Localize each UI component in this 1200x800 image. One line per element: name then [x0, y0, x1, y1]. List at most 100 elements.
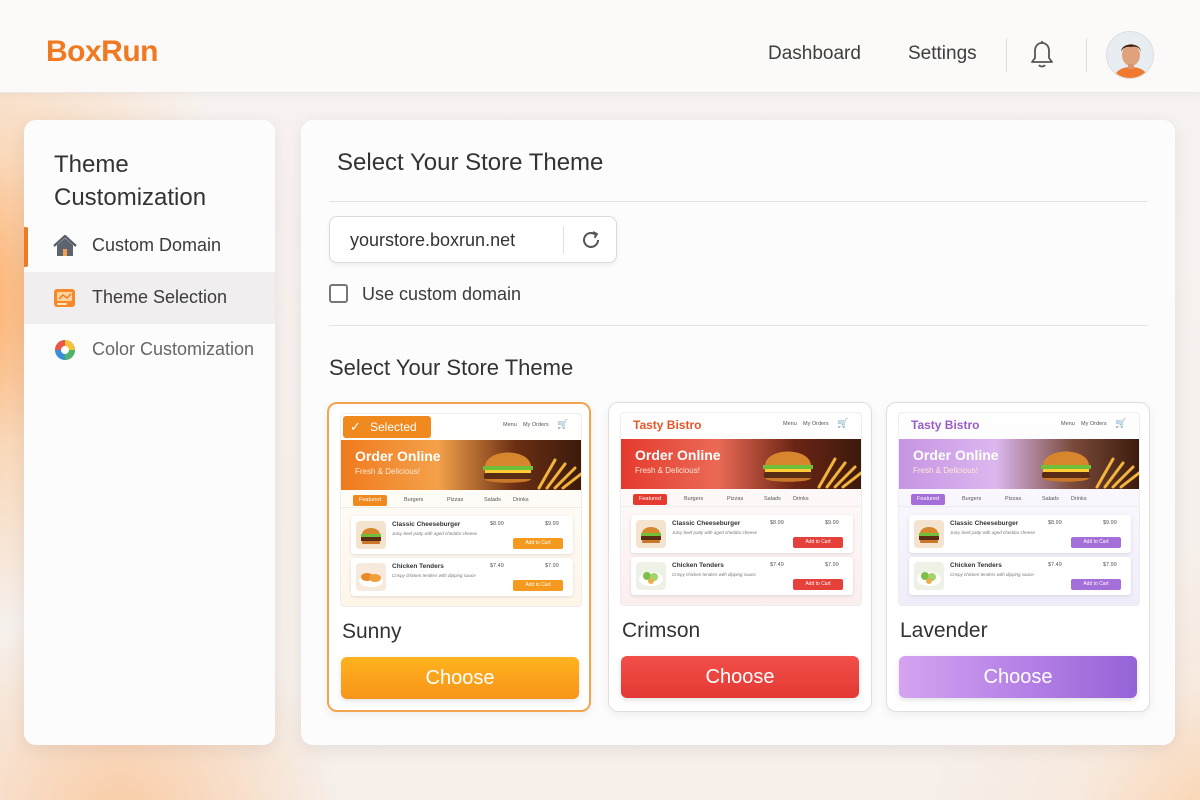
- item-description: Crispy chicken tenders with dipping sauc…: [392, 573, 476, 578]
- item-price: $9.99: [1103, 520, 1117, 526]
- theme-card-sunny[interactable]: ✓ Selected Menu My Orders 🛒 Order Online…: [327, 402, 591, 712]
- item-price: $8.99: [490, 521, 504, 527]
- burger-fries-image: [483, 452, 581, 490]
- burger-thumbnail: [636, 520, 666, 548]
- domain-field[interactable]: yourstore.boxrun.net: [329, 216, 617, 263]
- add-to-cart-button: Add to Cart: [793, 537, 843, 548]
- theme-card-crimson[interactable]: Tasty Bistro Menu My Orders 🛒 Order Onli…: [608, 402, 872, 712]
- preview-menu-item: Classic Cheeseburger Juicy beef patty wi…: [351, 516, 573, 554]
- hero-subtitle: Fresh & Delicious!: [913, 466, 978, 475]
- item-price: $7.49: [490, 563, 504, 569]
- item-description: Crispy chicken tenders with dipping sauc…: [672, 572, 756, 577]
- item-price: $7.49: [770, 562, 784, 568]
- top-bar: BoxRun Dashboard Settings: [0, 0, 1200, 93]
- preview-hero: Order Online Fresh & Delicious!: [899, 439, 1139, 489]
- burger-thumbnail: [914, 520, 944, 548]
- nav-settings[interactable]: Settings: [908, 43, 977, 65]
- sidebar: Theme Customization Custom Domain Theme …: [24, 120, 275, 745]
- item-price: $7.49: [1048, 562, 1062, 568]
- bell-icon[interactable]: [1029, 40, 1055, 70]
- hero-title: Order Online: [355, 448, 441, 464]
- preview-tab: Salads: [484, 497, 501, 503]
- preview-tab-featured: Featured: [911, 494, 946, 505]
- choose-crimson-button[interactable]: Choose: [621, 656, 859, 698]
- add-to-cart-button: Add to Cart: [513, 580, 563, 591]
- sidebar-item-label: Custom Domain: [92, 235, 222, 255]
- brand-logo[interactable]: BoxRun: [46, 35, 159, 69]
- preview-tab: Salads: [1042, 496, 1059, 502]
- item-name: Chicken Tenders: [672, 562, 724, 569]
- user-avatar-icon: [1107, 32, 1153, 78]
- cart-icon: 🛒: [1115, 418, 1127, 428]
- theme-card-lavender[interactable]: Tasty Bistro Menu My Orders 🛒 Order Onli…: [886, 402, 1150, 712]
- preview-menu-item: Chicken Tenders Crispy chicken tenders w…: [631, 557, 853, 595]
- preview-tab: Burgers: [684, 496, 704, 502]
- refresh-icon[interactable]: [580, 229, 602, 251]
- selected-badge-label: Selected: [370, 420, 417, 434]
- preview-tab: Drinks: [513, 497, 529, 503]
- theme-preview: Tasty Bistro Menu My Orders 🛒 Order Onli…: [620, 412, 862, 606]
- avatar[interactable]: [1106, 31, 1154, 79]
- preview-tab-featured: Featured: [633, 494, 668, 505]
- preview-tab: Drinks: [1071, 496, 1087, 502]
- field-divider: [563, 226, 564, 254]
- divider: [329, 325, 1147, 326]
- burger-fries-image: [1041, 451, 1139, 489]
- item-price: $7.99: [1103, 562, 1117, 568]
- sidebar-item-custom-domain[interactable]: Custom Domain: [24, 221, 275, 271]
- nav-dashboard[interactable]: Dashboard: [768, 43, 861, 65]
- domain-value[interactable]: yourstore.boxrun.net: [350, 230, 515, 251]
- hero-subtitle: Fresh & Delicious!: [635, 466, 700, 475]
- divider: [329, 201, 1147, 202]
- burger-thumbnail: [356, 521, 386, 549]
- theme-name: Crimson: [622, 619, 701, 642]
- preview-hero: Order Online Fresh & Delicious!: [621, 439, 861, 489]
- preview-hero: Order Online Fresh & Delicious!: [341, 440, 581, 490]
- item-price: $9.99: [545, 521, 559, 527]
- hero-subtitle: Fresh & Delicious!: [355, 467, 420, 476]
- add-to-cart-button: Add to Cart: [513, 538, 563, 549]
- preview-nav-menu: Menu: [1061, 421, 1075, 427]
- add-to-cart-button: Add to Cart: [793, 579, 843, 590]
- sidebar-item-theme-selection[interactable]: Theme Selection: [24, 272, 275, 324]
- preview-nav-menu: Menu: [503, 422, 517, 428]
- cart-icon: 🛒: [557, 419, 569, 429]
- item-name: Classic Cheeseburger: [950, 520, 1019, 527]
- active-accent-bar: [24, 227, 28, 267]
- preview-topbar: ✓ Selected Menu My Orders 🛒: [341, 414, 581, 438]
- custom-domain-checkbox[interactable]: [329, 284, 348, 303]
- preview-menu-item: Chicken Tenders Crispy chicken tenders w…: [351, 558, 573, 596]
- selected-badge: ✓ Selected: [343, 416, 431, 438]
- item-description: Juicy beef patty with aged cheddar chees…: [392, 531, 478, 536]
- preview-tabs: Featured Burgers Pizzas Salads Drinks: [341, 494, 581, 508]
- preview-nav-orders: My Orders: [803, 421, 829, 427]
- preview-tab: Burgers: [404, 497, 424, 503]
- item-name: Chicken Tenders: [392, 563, 444, 570]
- home-icon: [53, 234, 77, 256]
- item-name: Chicken Tenders: [950, 562, 1002, 569]
- section-title: Select Your Store Theme: [329, 355, 574, 380]
- preview-tabs: Featured Burgers Pizzas Salads Drinks: [621, 493, 861, 507]
- preview-tab: Drinks: [793, 496, 809, 502]
- palette-card-icon: [54, 289, 75, 307]
- preview-topbar: Tasty Bistro Menu My Orders 🛒: [621, 413, 861, 437]
- preview-tab: Burgers: [962, 496, 982, 502]
- sidebar-title: Theme Customization: [54, 151, 207, 211]
- preview-nav-menu: Menu: [783, 421, 797, 427]
- header-divider: [1086, 38, 1087, 72]
- add-to-cart-button: Add to Cart: [1071, 537, 1121, 548]
- sidebar-item-color-customization[interactable]: Color Customization: [24, 325, 275, 375]
- theme-name: Sunny: [342, 620, 402, 643]
- preview-tab: Pizzas: [727, 496, 744, 502]
- burger-fries-image: [763, 451, 861, 489]
- choose-lavender-button[interactable]: Choose: [899, 656, 1137, 698]
- preview-topbar: Tasty Bistro Menu My Orders 🛒: [899, 413, 1139, 437]
- theme-preview: ✓ Selected Menu My Orders 🛒 Order Online…: [340, 413, 582, 607]
- theme-preview: Tasty Bistro Menu My Orders 🛒 Order Onli…: [898, 412, 1140, 606]
- choose-sunny-button[interactable]: Choose: [341, 657, 579, 699]
- custom-domain-label[interactable]: Use custom domain: [362, 284, 521, 305]
- preview-menu-item: Classic Cheeseburger Juicy beef patty wi…: [631, 515, 853, 553]
- sidebar-item-label: Theme Selection: [92, 287, 228, 307]
- header-divider: [1006, 38, 1007, 72]
- theme-name: Lavender: [900, 619, 988, 642]
